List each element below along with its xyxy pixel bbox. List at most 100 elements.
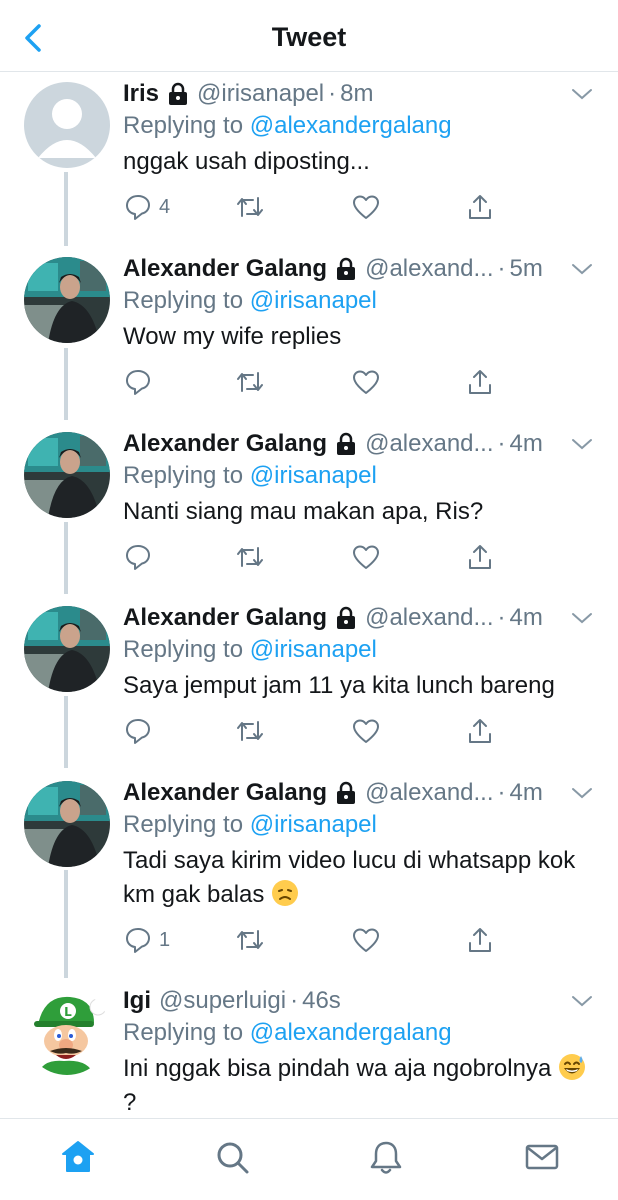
- retweet-icon: [237, 197, 263, 217]
- messages-icon[interactable]: [522, 1137, 562, 1177]
- retweet-icon: [237, 372, 263, 392]
- heart-icon: [353, 370, 379, 394]
- heart-icon: [353, 195, 379, 219]
- display-name[interactable]: Alexander Galang: [123, 778, 327, 808]
- avatar[interactable]: [24, 257, 110, 343]
- timestamp[interactable]: 46s: [302, 986, 341, 1016]
- separator-dot: ·: [497, 430, 506, 457]
- bottom-tab-bar: [0, 1118, 618, 1200]
- separator-dot: ·: [497, 779, 506, 806]
- retweet-button[interactable]: [235, 715, 265, 747]
- replying-label: Replying to: [123, 287, 244, 314]
- display-name[interactable]: Iris: [123, 79, 159, 109]
- replying-to: Replying to @irisanapel: [123, 461, 377, 491]
- share-icon: [469, 545, 491, 569]
- mention-link[interactable]: @irisanapel: [250, 811, 377, 838]
- mention-link[interactable]: @irisanapel: [250, 636, 377, 663]
- tweet[interactable]: Alexander Galang @alexand... · 4m Replyi…: [0, 778, 618, 968]
- share-button[interactable]: [465, 924, 495, 956]
- handle[interactable]: @alexand...: [365, 603, 493, 633]
- tweet-text: Nanti siang mau makan apa, Ris?: [123, 498, 484, 525]
- retweet-button[interactable]: [235, 541, 265, 573]
- tweet-text: Tadi saya kirim video lucu di whatsapp k…: [123, 844, 593, 912]
- replying-label: Replying to: [123, 112, 244, 139]
- mention-link[interactable]: @alexandergalang: [250, 112, 452, 139]
- photo-avatar-icon: [24, 432, 110, 518]
- share-button[interactable]: [465, 715, 495, 747]
- timestamp[interactable]: 4m: [510, 778, 543, 808]
- avatar[interactable]: [24, 432, 110, 518]
- share-button[interactable]: [465, 366, 495, 398]
- replying-to: Replying to @irisanapel: [123, 810, 377, 840]
- lock-icon: [337, 257, 356, 280]
- chevron-down-icon[interactable]: [570, 607, 594, 629]
- tweet[interactable]: Alexander Galang @alexand... · 4m Replyi…: [0, 429, 618, 579]
- handle[interactable]: @alexand...: [365, 254, 493, 284]
- share-icon: [469, 195, 491, 219]
- retweet-icon: [237, 930, 263, 950]
- avatar[interactable]: [24, 82, 110, 168]
- tweet-text: Ini nggak bisa pindah wa aja ngobrolnya …: [123, 1052, 593, 1120]
- chevron-down-icon[interactable]: [570, 433, 594, 455]
- like-button[interactable]: [351, 541, 381, 573]
- like-button[interactable]: [351, 366, 381, 398]
- avatar[interactable]: [24, 606, 110, 692]
- reply-icon: [126, 719, 150, 744]
- display-name[interactable]: Alexander Galang: [123, 429, 327, 459]
- share-button[interactable]: [465, 191, 495, 223]
- reply-button[interactable]: 4: [123, 191, 170, 223]
- mention-link[interactable]: @irisanapel: [250, 287, 377, 314]
- tweet-header: Igi @superluigi · 46s: [123, 986, 341, 1016]
- reply-button[interactable]: [123, 366, 159, 398]
- tweet-header: Alexander Galang @alexand... · 4m: [123, 603, 543, 633]
- handle[interactable]: @alexand...: [365, 429, 493, 459]
- heart-icon: [353, 545, 379, 569]
- reply-button[interactable]: [123, 715, 159, 747]
- display-name[interactable]: Alexander Galang: [123, 254, 327, 284]
- reply-icon: [126, 545, 150, 570]
- handle[interactable]: @irisanapel: [197, 79, 324, 109]
- handle[interactable]: @alexand...: [365, 778, 493, 808]
- avatar[interactable]: L: [24, 989, 110, 1075]
- timestamp[interactable]: 4m: [510, 603, 543, 633]
- notifications-icon[interactable]: [366, 1137, 406, 1177]
- timestamp[interactable]: 8m: [340, 79, 373, 109]
- tweet[interactable]: Alexander Galang @alexand... · 5m Replyi…: [0, 254, 618, 404]
- tweet[interactable]: L Igi @superluigi · 46s Replying to @ale…: [0, 986, 618, 1118]
- tweet[interactable]: Iris @irisanapel · 8m Replying to @alexa…: [0, 79, 618, 229]
- timestamp[interactable]: 5m: [510, 254, 543, 284]
- lock-icon: [337, 606, 356, 629]
- mention-link[interactable]: @irisanapel: [250, 462, 377, 489]
- reply-button[interactable]: 1: [123, 924, 170, 956]
- chevron-down-icon[interactable]: [570, 990, 594, 1012]
- tweet-actions: [123, 366, 513, 398]
- retweet-button[interactable]: [235, 366, 265, 398]
- separator-dot: ·: [497, 255, 506, 282]
- reply-button[interactable]: [123, 541, 159, 573]
- mention-link[interactable]: @alexandergalang: [250, 1019, 452, 1046]
- display-name[interactable]: Alexander Galang: [123, 603, 327, 633]
- tweet[interactable]: Alexander Galang @alexand... · 4m Replyi…: [0, 603, 618, 753]
- like-button[interactable]: [351, 191, 381, 223]
- chevron-down-icon[interactable]: [570, 782, 594, 804]
- handle[interactable]: @superluigi: [159, 986, 286, 1016]
- reply-count: 4: [159, 195, 171, 218]
- retweet-button[interactable]: [235, 191, 265, 223]
- separator-dot: ·: [290, 987, 299, 1014]
- search-icon[interactable]: [212, 1137, 252, 1177]
- separator-dot: ·: [497, 604, 506, 631]
- timestamp[interactable]: 4m: [510, 429, 543, 459]
- display-name[interactable]: Igi: [123, 986, 151, 1016]
- chevron-down-icon[interactable]: [570, 258, 594, 280]
- tweet-text: nggak usah diposting...: [123, 148, 370, 175]
- replying-label: Replying to: [123, 1019, 244, 1046]
- avatar[interactable]: [24, 781, 110, 867]
- chevron-down-icon[interactable]: [570, 83, 594, 105]
- like-button[interactable]: [351, 715, 381, 747]
- share-button[interactable]: [465, 541, 495, 573]
- lock-icon: [169, 82, 188, 105]
- tweet-header: Alexander Galang @alexand... · 5m: [123, 254, 543, 284]
- like-button[interactable]: [351, 924, 381, 956]
- home-icon[interactable]: [58, 1137, 98, 1177]
- retweet-button[interactable]: [235, 924, 265, 956]
